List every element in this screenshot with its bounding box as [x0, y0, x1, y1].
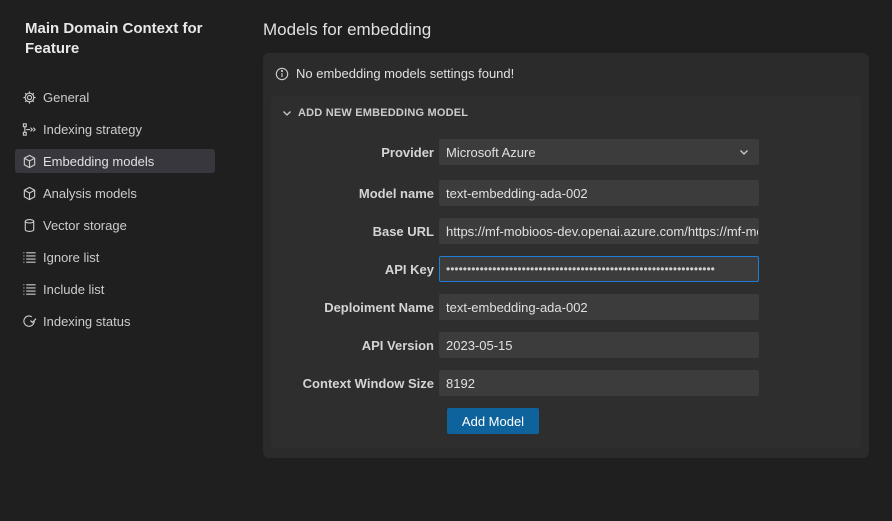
- provider-select[interactable]: Microsoft Azure: [439, 139, 759, 165]
- sidebar-title: Main Domain Context for Feature: [25, 20, 203, 57]
- add-model-button[interactable]: Add Model: [447, 408, 539, 434]
- sidebar-item-ignore-list[interactable]: Ignore list: [15, 245, 215, 269]
- database-icon: [21, 217, 37, 233]
- list-icon: [21, 281, 37, 297]
- cube-icon: [21, 185, 37, 201]
- api-version-row: API Version 2023-05-15: [271, 332, 861, 358]
- base-url-label: Base URL: [372, 223, 434, 239]
- api-key-input[interactable]: ••••••••••••••••••••••••••••••••••••••••…: [439, 256, 759, 282]
- page-title: Models for embedding: [263, 20, 432, 39]
- notice-text: No embedding models settings found!: [296, 66, 515, 81]
- deployment-name-row: Deploiment Name text-embedding-ada-002: [271, 294, 861, 320]
- sidebar-item-label: General: [43, 89, 90, 105]
- section-toggle[interactable]: ADD NEW EMBEDDING MODEL: [281, 107, 468, 119]
- info-icon: [275, 67, 289, 81]
- empty-notice: No embedding models settings found!: [275, 66, 514, 81]
- model-name-input[interactable]: text-embedding-ada-002: [439, 180, 759, 206]
- section-title: ADD NEW EMBEDDING MODEL: [298, 107, 469, 119]
- sidebar-item-vector-storage[interactable]: Vector storage: [15, 213, 215, 237]
- api-key-label: API Key: [384, 261, 434, 277]
- list-icon: [21, 249, 37, 265]
- api-version-input[interactable]: 2023-05-15: [439, 332, 759, 358]
- sidebar-item-analysis-models[interactable]: Analysis models: [15, 181, 215, 205]
- base-url-input[interactable]: https://mf-mobioos-dev.openai.azure.com/…: [439, 218, 759, 244]
- gear-icon: [21, 89, 37, 105]
- sidebar-item-label: Ignore list: [43, 249, 100, 265]
- context-window-label: Context Window Size: [302, 375, 434, 391]
- chevron-down-icon: [281, 107, 293, 119]
- models-panel: No embedding models settings found! ADD …: [263, 53, 869, 458]
- model-name-label: Model name: [358, 185, 434, 201]
- api-key-value: ••••••••••••••••••••••••••••••••••••••••…: [446, 262, 715, 276]
- sidebar-nav: General Indexing strategy Embedding mode…: [15, 85, 215, 341]
- cube-icon: [21, 153, 37, 169]
- chevron-down-icon: [738, 146, 750, 158]
- sidebar-item-label: Indexing strategy: [43, 121, 143, 137]
- deployment-name-label: Deploiment Name: [324, 299, 434, 315]
- provider-label: Provider: [381, 144, 434, 160]
- provider-value: Microsoft Azure: [446, 144, 536, 160]
- sidebar-item-embedding-models[interactable]: Embedding models: [15, 149, 215, 173]
- sidebar-item-label: Indexing status: [43, 313, 131, 329]
- status-icon: [21, 313, 37, 329]
- sidebar-item-label: Analysis models: [43, 185, 137, 201]
- settings-window: Main Domain Context for Feature General: [0, 0, 892, 521]
- provider-row: Provider Microsoft Azure: [271, 139, 861, 165]
- sidebar-item-indexing-strategy[interactable]: Indexing strategy: [15, 117, 215, 141]
- add-model-section: ADD NEW EMBEDDING MODEL Provider Microso…: [271, 96, 861, 448]
- api-version-label: API Version: [361, 337, 434, 353]
- deployment-name-input[interactable]: text-embedding-ada-002: [439, 294, 759, 320]
- sidebar-item-label: Vector storage: [43, 217, 127, 233]
- sidebar-item-include-list[interactable]: Include list: [15, 277, 215, 301]
- sidebar-item-label: Embedding models: [43, 153, 155, 169]
- sidebar-item-label: Include list: [43, 281, 105, 297]
- context-window-input[interactable]: 8192: [439, 370, 759, 396]
- api-key-row: API Key ••••••••••••••••••••••••••••••••…: [271, 256, 861, 282]
- model-name-row: Model name text-embedding-ada-002: [271, 180, 861, 206]
- context-window-row: Context Window Size 8192: [271, 370, 861, 396]
- base-url-row: Base URL https://mf-mobioos-dev.openai.a…: [271, 218, 861, 244]
- sidebar-item-general[interactable]: General: [15, 85, 215, 109]
- strategy-icon: [21, 121, 37, 137]
- sidebar-item-indexing-status[interactable]: Indexing status: [15, 309, 215, 333]
